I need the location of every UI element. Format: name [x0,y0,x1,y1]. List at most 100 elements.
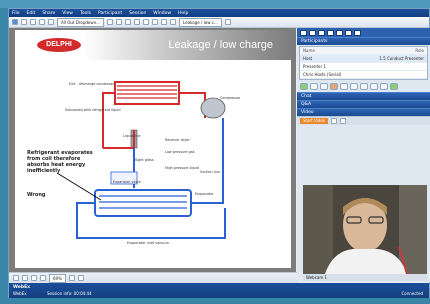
video-caption: Webcam 1 [303,274,427,281]
start-video-button[interactable]: Start Video [300,118,329,124]
fullscreen-icon[interactable] [224,19,231,25]
document-icon[interactable] [12,19,18,25]
pointer-icon[interactable] [106,19,113,25]
participant-name: Presenter 1 [303,64,326,69]
participant-name: Chris Hosts (Serial) [303,72,342,77]
mic-icon[interactable] [300,83,308,90]
list-header: Name Role [300,47,427,55]
delphi-logo: DELPHI [37,38,81,52]
slide: DELPHI Leakage / low charge Exit - disch… [15,30,291,268]
shape-tool-icon[interactable] [133,19,140,25]
participants-header[interactable]: Participants [297,37,430,45]
status-icon[interactable] [390,83,398,90]
invite-icon[interactable] [350,83,358,90]
text-tool-icon[interactable] [115,19,122,25]
participant-row[interactable]: Presenter 1 [300,63,427,71]
camera-settings-icon[interactable] [331,118,338,124]
label-exit-condenser: Exit - discharge condenser [69,82,115,86]
annotate-icon[interactable] [169,19,176,25]
participant-actions [297,81,430,92]
liquid-line [102,92,115,148]
video-options-icon[interactable] [340,118,347,124]
video-tab-icon[interactable] [318,29,325,36]
qa-header[interactable]: Q&A [297,100,430,108]
menu-view[interactable]: View [62,11,73,16]
menu-tools[interactable]: Tools [80,11,91,16]
participant-row[interactable]: Chris Hosts (Serial) [300,71,427,79]
label-hp-liquid: High pressure liquid [165,166,199,170]
label-subcooled: Subcooled with refrigerant liquid [65,108,121,112]
polling-tab-icon[interactable] [345,29,352,36]
presentation-stage: DELPHI Leakage / low charge Exit - disch… [9,28,296,272]
suction-line [191,118,224,204]
chat-tab-icon[interactable] [309,29,316,36]
save-icon[interactable] [30,19,36,25]
video-controls: Start Video [297,116,430,125]
video-header[interactable]: Video [297,108,430,116]
settings-icon[interactable] [380,83,388,90]
rotate-icon[interactable] [77,275,84,281]
highlighter-icon[interactable] [142,19,149,25]
webex-brand: WebEx [13,291,27,296]
main-toolbar: All Out Dropdown... Leakage / low c... [9,17,429,28]
expel-icon[interactable] [340,83,348,90]
document-tab[interactable]: All Out Dropdown... [57,17,104,27]
webcam-video [303,185,427,274]
label-expansion-valve: Expansion valve [113,180,141,184]
label-evap-inlet: Evaporator inlet vacuum [127,241,169,245]
fit-icon[interactable] [68,275,75,281]
more-tab-icon[interactable] [354,29,361,36]
connection-status: Connected [401,291,423,296]
raise-hand-icon[interactable] [310,83,318,90]
label-sight-glass: Sight glass [135,158,154,162]
qa-tab-icon[interactable] [327,29,334,36]
label-liquid-line: Liquid line [123,134,141,138]
col-name: Name [303,48,315,53]
status-footer: WebEx WebEx Session info: 00:04:44 Conne… [9,283,429,298]
label-lp-gas: Low pressure gas [165,150,195,154]
right-panel: Participants Name Role Host 1.5 Conduct … [297,28,430,282]
line-tool-icon[interactable] [124,19,131,25]
zoom-select[interactable]: 69% [49,273,66,283]
share-icon[interactable] [48,19,54,25]
presenter-video-frame [303,185,427,274]
menu-share[interactable]: Share [42,11,55,16]
menu-file[interactable]: File [12,11,20,16]
label-dryer: Receiver dryer [165,138,190,142]
slide-header: DELPHI Leakage / low charge [15,30,291,60]
eraser-icon[interactable] [151,19,158,25]
menu-edit[interactable]: Edit [27,11,36,16]
first-page-icon[interactable] [13,275,19,281]
menu-help[interactable]: Help [178,11,188,16]
participant-row[interactable]: Host 1.5 Conduct Presenter [300,55,427,63]
viewer-toolbar: 69% [9,272,300,283]
panel-toolbar [297,28,430,37]
menu-session[interactable]: Session [129,11,146,16]
participants-tab-icon[interactable] [300,29,307,36]
participant-name: Host [303,56,313,61]
compressor-icon [200,97,226,119]
last-page-icon[interactable] [40,275,46,281]
col-role: Role [415,48,424,53]
condenser-coil [114,81,180,105]
slide-title: Leakage / low charge [168,39,273,51]
mute-icon[interactable] [330,83,338,90]
menu-participant[interactable]: Participant [98,11,122,16]
desktop-background [0,0,430,8]
chat-header[interactable]: Chat [297,92,430,100]
webex-logo: WebEx [13,285,31,290]
print-icon[interactable] [39,19,45,25]
notes-tab-icon[interactable] [336,29,343,36]
page-select[interactable]: Leakage / low c... [178,17,222,27]
next-page-icon[interactable] [31,275,37,281]
menu-bar: File Edit Share View Tools Participant S… [9,9,429,17]
open-icon[interactable] [21,19,27,25]
menu-window[interactable]: Window [153,11,171,16]
presenter-icon[interactable] [320,83,328,90]
label-compressor: Compressor [220,96,241,100]
record-icon[interactable] [360,83,368,90]
participant-role: 1.5 Conduct Presenter [379,56,424,61]
chat-icon[interactable] [370,83,378,90]
color-picker-icon[interactable] [160,19,167,25]
prev-page-icon[interactable] [22,275,28,281]
